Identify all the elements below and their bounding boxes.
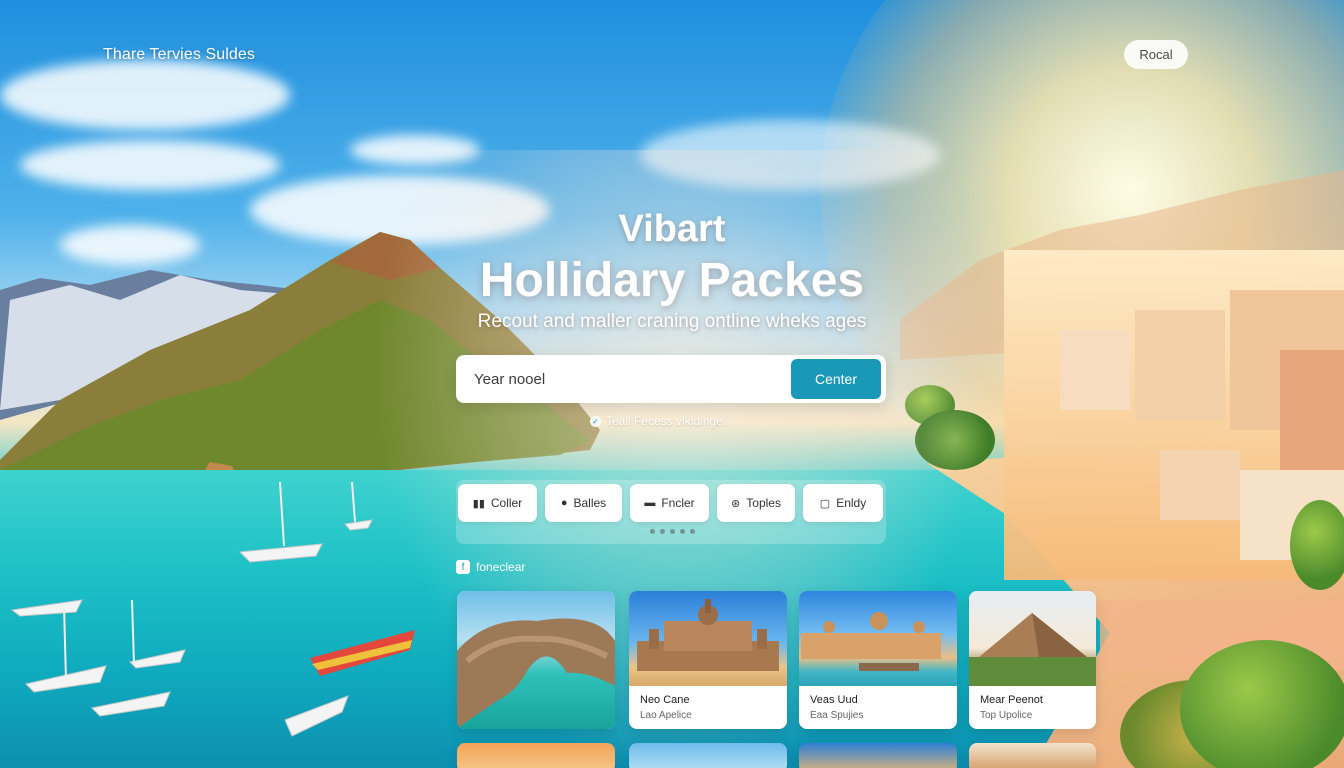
card-subtitle: Top Upolice [980, 710, 1033, 721]
card-image-rock-arch [457, 591, 615, 729]
carousel-dot[interactable] [670, 529, 675, 534]
carousel-dots[interactable] [650, 529, 695, 534]
category-label: Coller [490, 496, 523, 510]
tag-icon: ⊛ [731, 497, 741, 510]
card-image-palace [799, 591, 957, 686]
carousel-dot[interactable] [680, 529, 685, 534]
carousel-dot[interactable] [690, 529, 695, 534]
category-chip[interactable]: ▬ Fncler [630, 484, 709, 522]
card-image-pyramid [969, 591, 1096, 686]
destination-card[interactable] [629, 743, 787, 768]
top-nav-button[interactable]: Rocal [1124, 40, 1188, 69]
person-icon: ● [560, 497, 568, 509]
category-label: Toples [746, 496, 781, 510]
bar-chart-icon: ▮▮ [472, 497, 485, 510]
card-caption: Veas Uud Eaa Spujies [799, 686, 957, 729]
category-chip[interactable]: ⊛ Toples [717, 484, 795, 522]
section-heading-text: foneclear [476, 560, 526, 574]
card-subtitle: Lao Apelice [640, 710, 692, 721]
hero-kicker: Vibart [618, 208, 726, 250]
hero-subtitle: Recout and maller craning ontline wheks … [477, 311, 867, 332]
destination-card[interactable]: Neo Cane Lao Apelice [629, 591, 787, 729]
card-image-cathedral [629, 591, 787, 686]
card-title: Mear Peenot [980, 694, 1043, 706]
destination-card[interactable] [969, 743, 1096, 768]
hero-title: Hollidary Packes [479, 254, 865, 307]
chat-icon: ▢ [819, 497, 831, 510]
card-title: Neo Cane [640, 694, 690, 706]
category-label: Enldy [836, 496, 867, 510]
search-bar: Center [456, 355, 886, 403]
destination-card[interactable]: Veas Uud Eaa Spujies [799, 591, 957, 729]
destination-card[interactable] [457, 591, 615, 729]
site-brand[interactable]: Thare Tervies Suldes [103, 46, 255, 64]
card-title: Veas Uud [810, 694, 858, 706]
facebook-icon: f [456, 560, 470, 574]
category-chip[interactable]: ● Balles [545, 484, 622, 522]
search-hint-text: Teall Fecess vikidinge. [606, 414, 727, 428]
carousel-dot[interactable] [650, 529, 655, 534]
search-input[interactable] [456, 355, 791, 403]
destination-card[interactable] [799, 743, 957, 768]
card-subtitle: Eaa Spujies [810, 710, 864, 721]
category-label: Balles [573, 496, 607, 510]
search-button[interactable]: Center [791, 359, 881, 399]
card-caption: Mear Peenot Top Upolice [969, 686, 1096, 729]
destination-card[interactable] [457, 743, 615, 768]
category-label: Fncler [661, 496, 695, 510]
category-chip[interactable]: ▢ Enldy [803, 484, 883, 522]
category-chip[interactable]: ▮▮ Coller [458, 484, 537, 522]
info-icon: ✓ [590, 415, 601, 427]
section-heading: f foneclear [456, 560, 525, 574]
card-icon: ▬ [644, 497, 656, 509]
carousel-dot[interactable] [660, 529, 665, 534]
card-caption: Neo Cane Lao Apelice [629, 686, 787, 729]
destination-card[interactable]: Mear Peenot Top Upolice [969, 591, 1096, 729]
search-hint[interactable]: ✓ Teall Fecess vikidinge. [590, 414, 726, 428]
